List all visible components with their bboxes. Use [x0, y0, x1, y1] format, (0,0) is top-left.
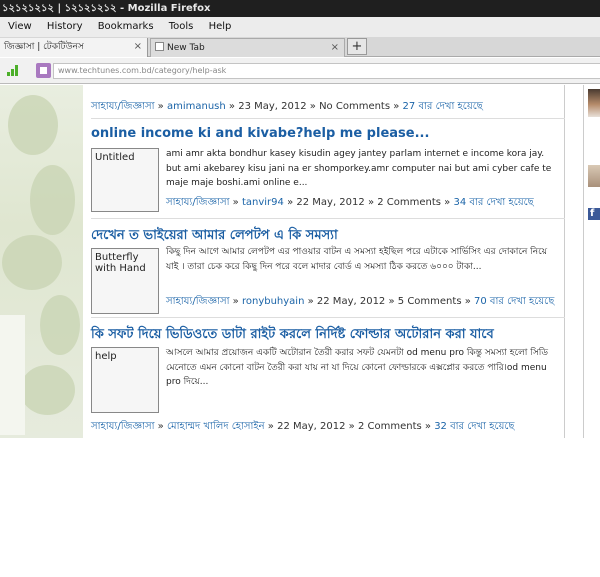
- category-link[interactable]: সাহায্য/জিজ্ঞাসা: [91, 101, 154, 112]
- facebook-icon[interactable]: f: [588, 208, 600, 220]
- post-thumbnail[interactable]: Butterfly with Hand: [91, 248, 159, 314]
- tab-techtunes[interactable]: জিজ্ঞাসা | টেকটিউনস ×: [0, 38, 148, 57]
- close-tab-icon[interactable]: ×: [331, 39, 339, 57]
- menu-tools[interactable]: Tools: [169, 17, 194, 37]
- tab-label: জিজ্ঞাসা | টেকটিউনস: [4, 42, 84, 52]
- post-date: 22 May, 2012: [277, 421, 346, 432]
- menu-bookmarks[interactable]: Bookmarks: [98, 17, 154, 37]
- menu-help[interactable]: Help: [209, 17, 232, 37]
- author-link[interactable]: tanvir94: [242, 197, 284, 208]
- post-meta: সাহায্য/জিজ্ঞাসা » মোহাম্মদ খালিদ হোসাইন…: [91, 421, 515, 432]
- post-excerpt: কিছু দিন আগে আমার লেপটপ এর পাওয়ার বাটন …: [166, 247, 548, 272]
- site-identity-icon[interactable]: [36, 63, 51, 78]
- post-thumbnail[interactable]: Untitled: [91, 148, 159, 212]
- post-thumbnail[interactable]: help: [91, 347, 159, 413]
- post-date: 23 May, 2012: [238, 101, 307, 112]
- post-excerpt: আসলে আমার প্রয়োজন একটি অটোরান তৈরী করার…: [166, 348, 548, 387]
- comments-link[interactable]: 5 Comments: [398, 296, 462, 307]
- post-list: সাহায্য/জিজ্ঞাসা » amimanush » 23 May, 2…: [83, 85, 565, 438]
- view-count: 34 বার দেখা হয়েছে: [453, 197, 534, 208]
- post-title[interactable]: online income ki and kivabe?help me plea…: [91, 126, 429, 141]
- category-link[interactable]: সাহায্য/জিজ্ঞাসা: [166, 197, 229, 208]
- menu-bar: View History Bookmarks Tools Help: [0, 17, 600, 37]
- blank-page-icon: [155, 42, 164, 51]
- view-count: 27 বার দেখা হয়েছে: [402, 101, 483, 112]
- comments-link[interactable]: 2 Comments: [377, 197, 441, 208]
- category-link[interactable]: সাহায্য/জিজ্ঞাসা: [91, 421, 154, 432]
- tab-bar: জিজ্ঞাসা | টেকটিউনস × New Tab × +: [0, 37, 600, 57]
- navigation-bar: www.techtunes.com.bd/category/help-ask: [0, 58, 600, 84]
- view-count: 32 বার দেখা হয়েছে: [434, 421, 515, 432]
- avatar[interactable]: [588, 89, 600, 117]
- right-sidebar: f: [583, 85, 600, 438]
- menu-history[interactable]: History: [47, 17, 83, 37]
- menu-view[interactable]: View: [8, 17, 32, 37]
- signal-icon[interactable]: [7, 65, 21, 76]
- post-title[interactable]: কি সফট দিয়ে ভিডিওতে ডাটা রাইট করলে নির্…: [91, 325, 494, 346]
- close-tab-icon[interactable]: ×: [134, 38, 142, 56]
- comments-link[interactable]: 2 Comments: [358, 421, 422, 432]
- post-excerpt: ami amr akta bondhur kasey kisudin agey …: [166, 149, 552, 188]
- page-background-right: [566, 85, 583, 438]
- avatar[interactable]: [588, 165, 600, 187]
- author-link[interactable]: মোহাম্মদ খালিদ হোসাইন: [167, 421, 265, 432]
- view-count: 70 বার দেখা হয়েছে: [474, 296, 555, 307]
- post-date: 22 May, 2012: [296, 197, 365, 208]
- window-title: ১২১২১২১২ | ১২১২১২১২ - Mozilla Firefox: [0, 0, 600, 17]
- tab-new-tab[interactable]: New Tab ×: [150, 38, 345, 57]
- post-title[interactable]: দেখেন ত ভাইয়েরা আমার লেপটপ এ কি সমস্যা: [91, 226, 338, 247]
- comments-link[interactable]: No Comments: [319, 101, 390, 112]
- category-link[interactable]: সাহায্য/জিজ্ঞাসা: [166, 296, 229, 307]
- page-background-left: [0, 85, 83, 438]
- post-meta: সাহায্য/জিজ্ঞাসা » ronybuhyain » 22 May,…: [166, 296, 555, 307]
- tab-label: New Tab: [167, 43, 205, 53]
- post-meta: সাহায্য/জিজ্ঞাসা » tanvir94 » 22 May, 20…: [166, 197, 534, 208]
- new-tab-button[interactable]: +: [347, 38, 367, 55]
- post-date: 22 May, 2012: [316, 296, 386, 307]
- url-bar[interactable]: www.techtunes.com.bd/category/help-ask: [53, 63, 600, 79]
- author-link[interactable]: ronybuhyain: [242, 296, 304, 307]
- post-meta: সাহায্য/জিজ্ঞাসা » amimanush » 23 May, 2…: [91, 101, 483, 112]
- author-link[interactable]: amimanush: [167, 101, 226, 112]
